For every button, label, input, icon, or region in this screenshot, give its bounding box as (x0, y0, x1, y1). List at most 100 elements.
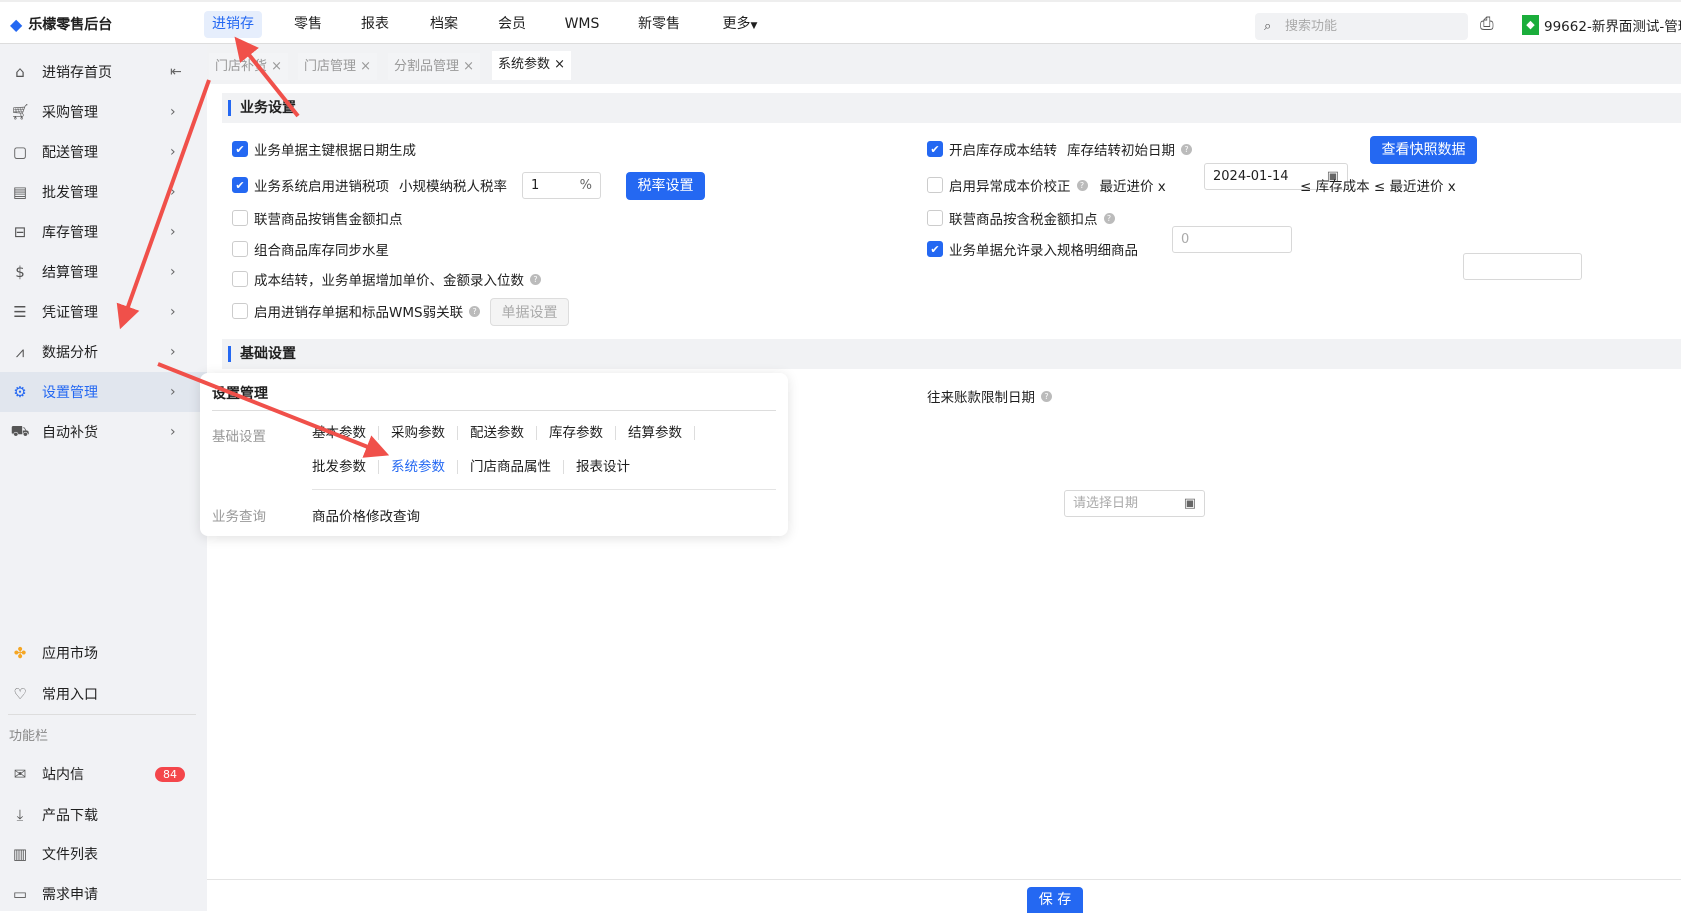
sidebar: ⌂ 进销存首页 ⇤ 🛒︎ 采购管理 › ▢ 配送管理 › ▤ 批发管理 › ⊟ 库存管理 › $ 结算… (0, 44, 207, 911)
chevron-right-icon: › (170, 384, 176, 400)
favorites[interactable]: ♡ 常用入口 (0, 674, 207, 714)
nav-wms[interactable]: WMS (557, 11, 608, 38)
store-selector[interactable]: ◆ 99662-新界面测试-管理 (1522, 15, 1681, 35)
close-icon[interactable]: × (463, 59, 474, 74)
sidebar-item-home[interactable]: ⌂ 进销存首页 ⇤ (0, 52, 207, 92)
nav-member[interactable]: 会员 (490, 11, 534, 38)
link-wholesale-params[interactable]: 批发参数 (300, 460, 379, 474)
link-inventory-params[interactable]: 库存参数 (537, 426, 616, 440)
sidebar-item-voucher[interactable]: ☰ 凭证管理 › (0, 292, 207, 332)
checkbox[interactable]: ✔ (927, 241, 943, 257)
sidebar-item-distribution[interactable]: ▢ 配送管理 › (0, 132, 207, 172)
sidebar-item-settlement[interactable]: $ 结算管理 › (0, 252, 207, 292)
opt-tax[interactable]: ✔ 业务系统启用进销税项 小规模纳税人税率 (232, 172, 507, 198)
search-input[interactable]: ⌕ 搜索功能 (1255, 13, 1468, 40)
checkbox[interactable] (232, 241, 248, 257)
link-store-goods-attrs[interactable]: 门店商品属性 (458, 460, 564, 474)
nav-archive[interactable]: 档案 (422, 11, 466, 38)
close-icon[interactable]: × (271, 59, 282, 74)
sidebar-item-settings[interactable]: ⚙ 设置管理 › (0, 372, 207, 412)
opt-combo-sync[interactable]: 组合商品库存同步水星 (232, 236, 389, 262)
tax-rate-input[interactable]: 1% (522, 172, 601, 199)
nav-jinxiaocun[interactable]: 进销存 (204, 11, 262, 38)
link-settlement-params[interactable]: 结算参数 (616, 426, 695, 440)
help-icon[interactable]: ? (469, 305, 481, 317)
close-icon[interactable]: × (360, 59, 371, 74)
store-icon: ◆ (1522, 15, 1539, 35)
help-icon[interactable]: ? (1103, 212, 1115, 224)
tool-messages[interactable]: ✉ 站内信 84 (0, 754, 207, 794)
ar-limit-date-input[interactable]: 请选择日期 ▣ (1064, 490, 1205, 517)
link-report-design[interactable]: 报表设计 (564, 460, 642, 474)
tab-split-goods[interactable]: 分割品管理 × (388, 53, 481, 80)
help-icon[interactable]: ? (1041, 390, 1052, 402)
checkbox[interactable] (927, 177, 943, 193)
opt-date-key[interactable]: ✔ 业务单据主键根据日期生成 (232, 136, 416, 162)
link-system-params[interactable]: 系统参数 (379, 460, 458, 474)
save-button[interactable]: 保 存 (1027, 887, 1083, 913)
chevron-right-icon: › (170, 344, 176, 360)
basic-links-row1: 基本参数 采购参数 配送参数 库存参数 结算参数 (300, 426, 695, 440)
basic-links-row2: 批发参数 系统参数 门店商品属性 报表设计 (300, 460, 642, 474)
min-ratio-input[interactable]: 0 (1172, 226, 1292, 253)
chevron-right-icon: › (170, 184, 176, 200)
tool-files[interactable]: ▥ 文件列表 (0, 834, 207, 874)
caret-down-icon: ▼ (750, 21, 758, 31)
help-icon[interactable]: ? (530, 273, 541, 285)
nav-retail[interactable]: 零售 (286, 11, 330, 38)
help-icon[interactable]: ? (1181, 143, 1192, 155)
opt-wms-link[interactable]: 启用进销存单据和标品WMS弱关联? (232, 298, 481, 324)
link-price-change-query[interactable]: 商品价格修改查询 (312, 505, 420, 525)
checkbox[interactable]: ✔ (232, 141, 248, 157)
chevron-right-icon: › (170, 144, 176, 160)
logo[interactable]: ◆ 乐檬零售后台 (10, 14, 112, 34)
search-icon: ⌕ (1264, 19, 1272, 34)
checkbox[interactable] (927, 210, 943, 226)
checkbox[interactable] (232, 210, 248, 226)
max-ratio-input[interactable] (1463, 253, 1582, 280)
sidebar-item-replenish[interactable]: ⛟ 自动补货 › (0, 412, 207, 452)
sidebar-item-wholesale[interactable]: ▤ 批发管理 › (0, 172, 207, 212)
opt-joint-sales-deduct[interactable]: 联营商品按销售金额扣点 (232, 205, 403, 231)
opt-spec-items[interactable]: ✔ 业务单据允许录入规格明细商品 (927, 236, 1138, 262)
tab-system-params[interactable]: 系统参数 × (492, 51, 572, 80)
nav-more[interactable]: 更多▼ (715, 11, 766, 38)
sidebar-item-analytics[interactable]: ⩘ 数据分析 › (0, 332, 207, 372)
link-purchase-params[interactable]: 采购参数 (379, 426, 458, 440)
opt-cost-carryover[interactable]: ✔ 开启库存成本结转 库存结转初始日期? (927, 136, 1192, 162)
divider (312, 489, 776, 490)
collapse-icon[interactable]: ⇤ (170, 64, 182, 80)
nav-reports[interactable]: 报表 (353, 11, 397, 38)
section-business: 业务设置 (222, 93, 1681, 123)
view-snapshot-button[interactable]: 查看快照数据 (1370, 136, 1477, 164)
help-icon[interactable]: ? (1076, 179, 1088, 191)
download-icon: ⤓ (16, 806, 24, 824)
link-distribution-params[interactable]: 配送参数 (458, 426, 537, 440)
sidebar-item-purchase[interactable]: 🛒︎ 采购管理 › (0, 92, 207, 132)
opt-abnormal-cost[interactable]: 启用异常成本价校正? 最近进价 x (927, 172, 1166, 198)
link-basic-params[interactable]: 基本参数 (300, 426, 379, 440)
tool-download[interactable]: ⤓ 产品下载 (0, 795, 207, 835)
sidebar-item-inventory[interactable]: ⊟ 库存管理 › (0, 212, 207, 252)
tab-store-manage[interactable]: 门店管理 × (298, 53, 378, 80)
tax-settings-button[interactable]: 税率设置 (626, 172, 705, 200)
opt-cost-decimals[interactable]: 成本结转，业务单据增加单价、金额录入位数? (232, 266, 541, 292)
nav-new-retail[interactable]: 新零售 (630, 11, 688, 38)
file-list-icon: ▥ (12, 845, 28, 863)
checkbox[interactable]: ✔ (232, 177, 248, 193)
opt-joint-tax-deduct[interactable]: 联营商品按含税金额扣点? (927, 205, 1115, 231)
checkbox[interactable] (232, 271, 248, 287)
tab-store-replenish[interactable]: 门店补货 × (209, 53, 289, 80)
doc-settings-button[interactable]: 单据设置 (490, 298, 569, 326)
app-market[interactable]: ✤ 应用市场 (0, 633, 207, 673)
dollar-icon: $ (15, 263, 25, 281)
tool-request[interactable]: ▭ 需求申请 (0, 874, 207, 914)
chevron-right-icon: › (170, 424, 176, 440)
checkbox[interactable] (232, 303, 248, 319)
checkbox[interactable]: ✔ (927, 141, 943, 157)
close-icon[interactable]: × (554, 57, 565, 72)
printer-icon[interactable]: ⎙ (1480, 14, 1494, 34)
box-icon: ▢ (12, 143, 28, 161)
chevron-right-icon: › (170, 304, 176, 320)
range-label: ≤ 库存成本 ≤ 最近进价 x (1300, 179, 1456, 195)
